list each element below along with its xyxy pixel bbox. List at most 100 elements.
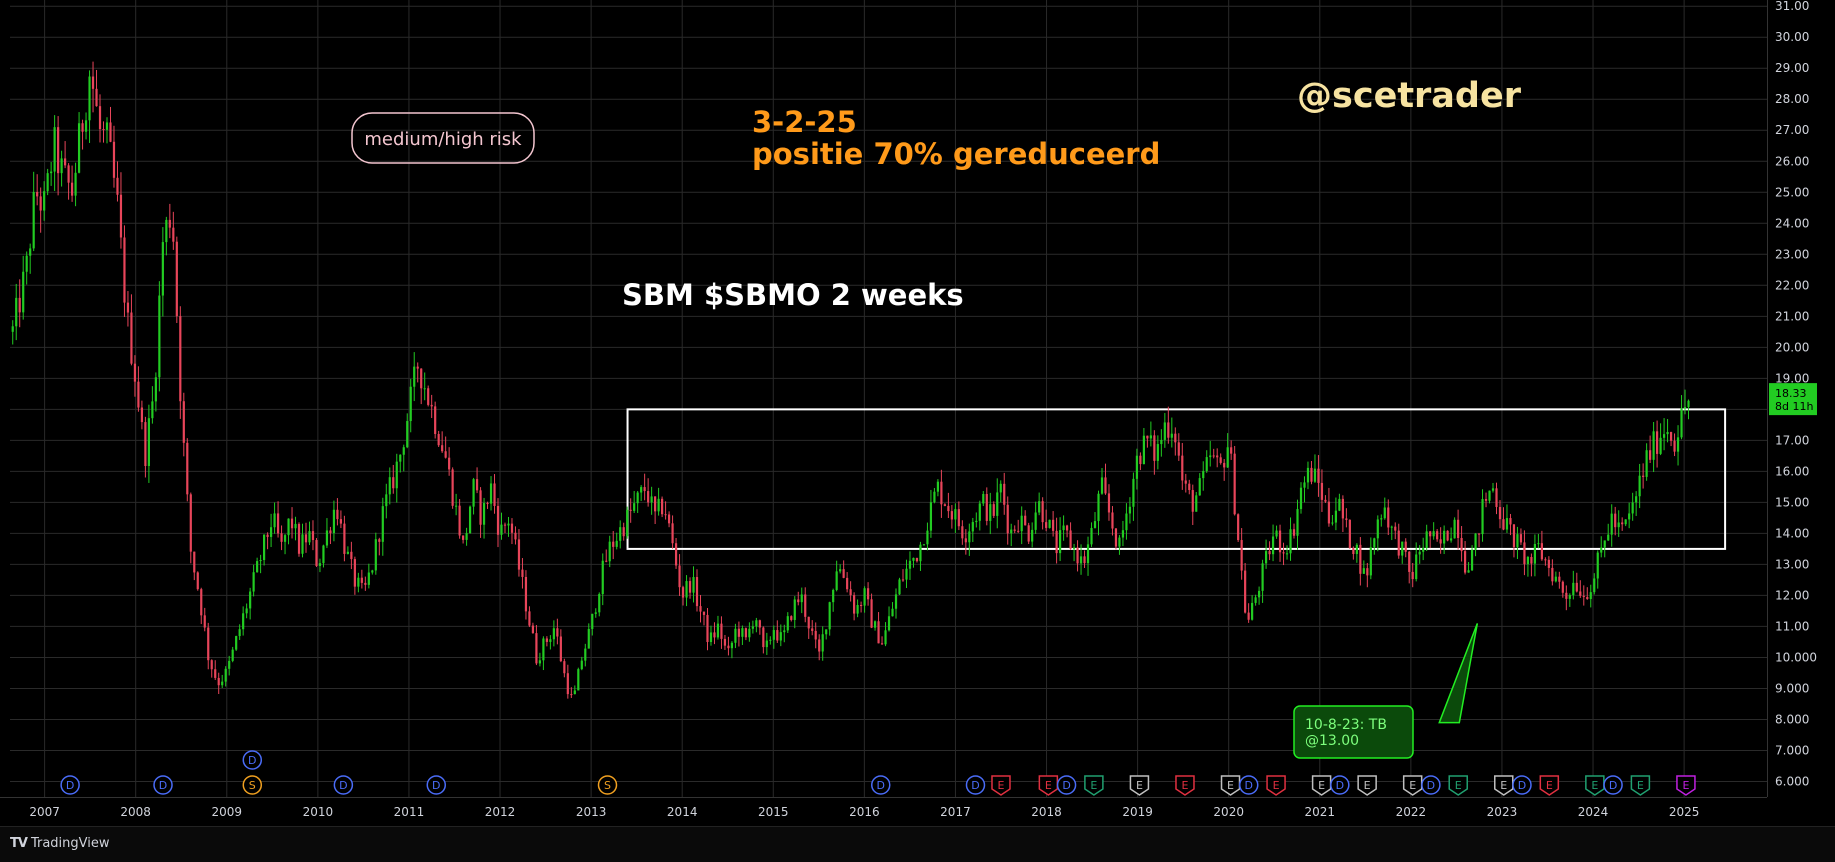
candle-body [580,660,583,670]
callout-text-line2: @13.00 [1305,733,1359,749]
candle-body [489,483,493,504]
candle-body [1331,522,1334,524]
candle-body [660,498,664,515]
candle-body [1516,534,1519,548]
candle-body [594,612,597,614]
candle-body [1477,533,1481,535]
x-tick-label: 2025 [1669,805,1700,819]
candle-body [235,636,238,650]
price-axis[interactable]: 31.00 30.00 29.00 28.00 27.00 26.00 25.00 24.00… [1767,0,1835,826]
tradingview-logo[interactable]: TV TradingView [10,836,109,851]
event-marker-label: E [1273,779,1280,792]
candle-body [982,494,985,504]
candle-body [992,504,995,516]
candle-body [217,677,220,686]
candle-body [1261,563,1264,591]
event-marker-label: E [1318,779,1325,792]
candle-body [1446,530,1449,541]
candle-body [1257,590,1261,598]
candle-body [70,182,74,196]
candle-body [1669,431,1673,441]
candle-body [1240,540,1243,571]
y-tick-label: 23.00 [1775,247,1809,261]
candle-body [112,141,116,178]
candle-body [713,632,716,638]
event-marker-label: E [1637,779,1644,792]
candle-body [413,366,416,387]
candle-body [612,541,615,547]
candle-body [1125,513,1128,531]
y-tick-label: 16.00 [1775,464,1809,478]
candle-body [751,626,754,629]
candle-body [1345,518,1348,520]
candle-body [1484,499,1488,501]
candle-body [978,503,981,521]
y-tick-label: 7.000 [1775,743,1809,757]
candle-body [954,509,957,520]
candle-body [1299,487,1303,510]
candle-body [242,613,245,630]
candle-body [256,561,259,573]
candle-body [1310,467,1313,482]
candle-body [1167,422,1170,438]
candle-body [584,648,587,661]
candle-body [1104,477,1107,494]
candle-body [915,557,919,562]
candle-body [1317,468,1320,483]
event-marker-label: E [1090,779,1097,792]
candle-body [339,519,343,524]
candle-body [1348,519,1351,549]
event-marker-label: E [1500,779,1507,792]
candle-body [1202,471,1205,479]
x-tick-label: 2024 [1578,805,1609,819]
candle-body [1558,576,1561,582]
candle-body [723,638,727,646]
candle-body [1607,534,1610,541]
candle-body [793,599,796,620]
candle-body [193,551,196,573]
event-marker-label: D [432,779,440,792]
candle-body [381,506,384,542]
candle-body [1631,502,1634,514]
candle-body [804,594,807,617]
candle-body [1429,531,1432,537]
candle-body [238,629,241,637]
candle-body [1666,431,1669,435]
candle-body [214,669,217,678]
candle-body [158,295,161,378]
candle-body [175,241,178,317]
candle-body [957,509,960,527]
candle-body [1020,515,1023,532]
candle-body [1010,529,1013,534]
candle-body [448,457,451,470]
candle-body [1219,457,1222,463]
candle-body [730,642,734,649]
price-chart[interactable]: 31.00 30.00 29.00 28.00 27.00 26.00 25.00 24.00… [0,0,1835,826]
candle-body [1589,592,1592,600]
candle-body [1320,482,1324,500]
candle-body [985,494,988,521]
candle-body [678,565,681,588]
candle-body [228,660,231,669]
chart-area[interactable]: 31.00 30.00 29.00 28.00 27.00 26.00 25.00 24.00… [0,0,1835,862]
candle-body [374,539,377,571]
candle-body [290,518,294,529]
candle-body [800,594,803,603]
candle-body [901,579,905,581]
candle-body [172,227,175,242]
candle-body [1006,504,1009,534]
candle-body [884,630,887,645]
candle-body [1565,592,1568,599]
candle-body [1418,551,1421,555]
y-tick-label: 22.00 [1775,278,1809,292]
candle-body [315,540,318,566]
candle-body [1526,557,1530,565]
candle-body [308,531,311,543]
candle-body [479,490,482,525]
candle-body [81,123,84,132]
candle-body [269,527,273,537]
candle-body [908,560,912,569]
candle-body [790,616,793,620]
candle-body [1216,455,1219,458]
candle-body [905,568,908,580]
